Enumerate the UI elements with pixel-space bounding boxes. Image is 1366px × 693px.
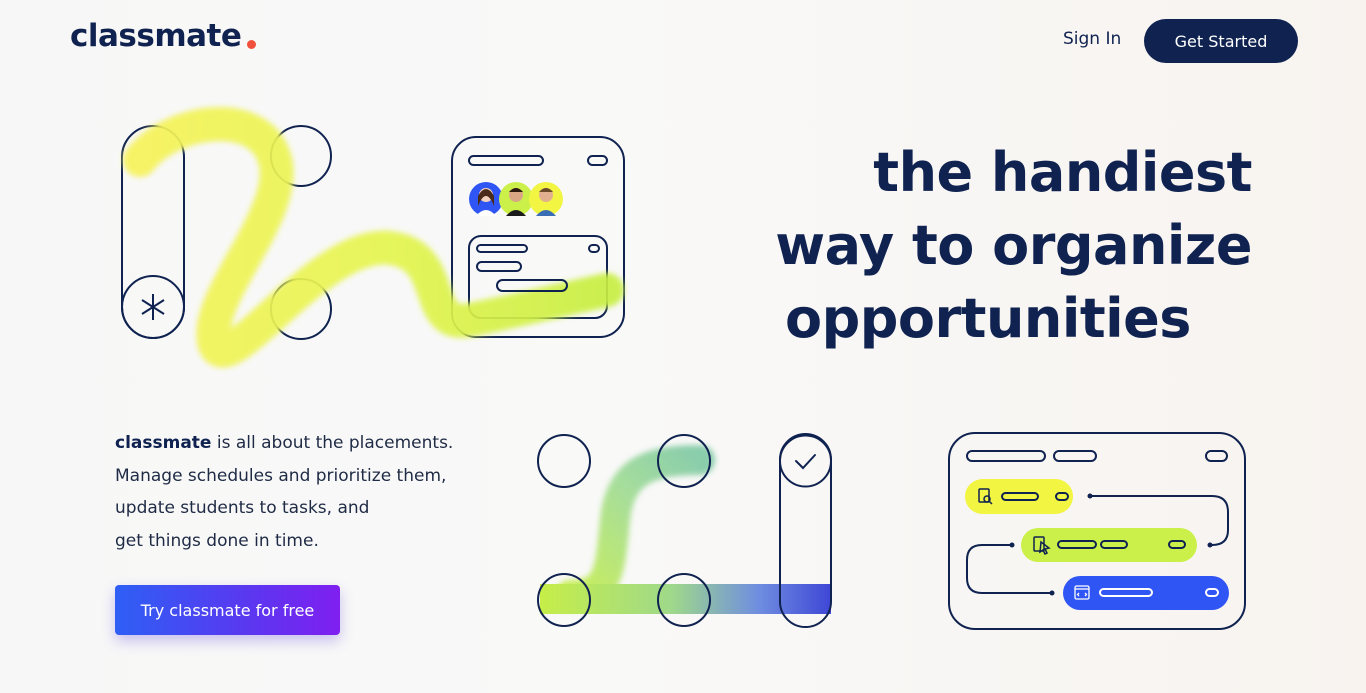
hero-illustration bbox=[121, 107, 625, 368]
headline-line-1: the handiest bbox=[873, 141, 1252, 204]
headline-line-3: opportunities bbox=[785, 287, 1191, 350]
workflow-illustration bbox=[537, 433, 832, 628]
tasks-illustration bbox=[948, 432, 1246, 630]
hero-headline: the handiest way to organize opportuniti… bbox=[740, 136, 1252, 355]
headline-line-2: way to organize bbox=[775, 214, 1252, 277]
signin-link[interactable]: Sign In bbox=[1063, 29, 1121, 49]
logo-dot bbox=[247, 40, 256, 49]
about-text: classmate is all about the placements. M… bbox=[115, 427, 495, 557]
about-line-4: get things done in time. bbox=[115, 530, 319, 551]
logo[interactable]: classmate bbox=[70, 18, 242, 54]
about-line-2: Manage schedules and prioritize them, bbox=[115, 465, 447, 486]
asterisk-icon bbox=[141, 294, 165, 320]
about-brand-word: classmate bbox=[115, 433, 212, 453]
get-started-button[interactable]: Get Started bbox=[1144, 19, 1298, 63]
try-free-button[interactable]: Try classmate for free bbox=[115, 585, 340, 635]
about-line-1: is all about the placements. bbox=[211, 433, 454, 453]
about-line-3: update students to tasks, and bbox=[115, 498, 370, 518]
check-icon bbox=[795, 454, 816, 470]
avatar-group bbox=[469, 182, 563, 216]
site-header: classmate Sign In Get Started bbox=[0, 0, 1366, 82]
